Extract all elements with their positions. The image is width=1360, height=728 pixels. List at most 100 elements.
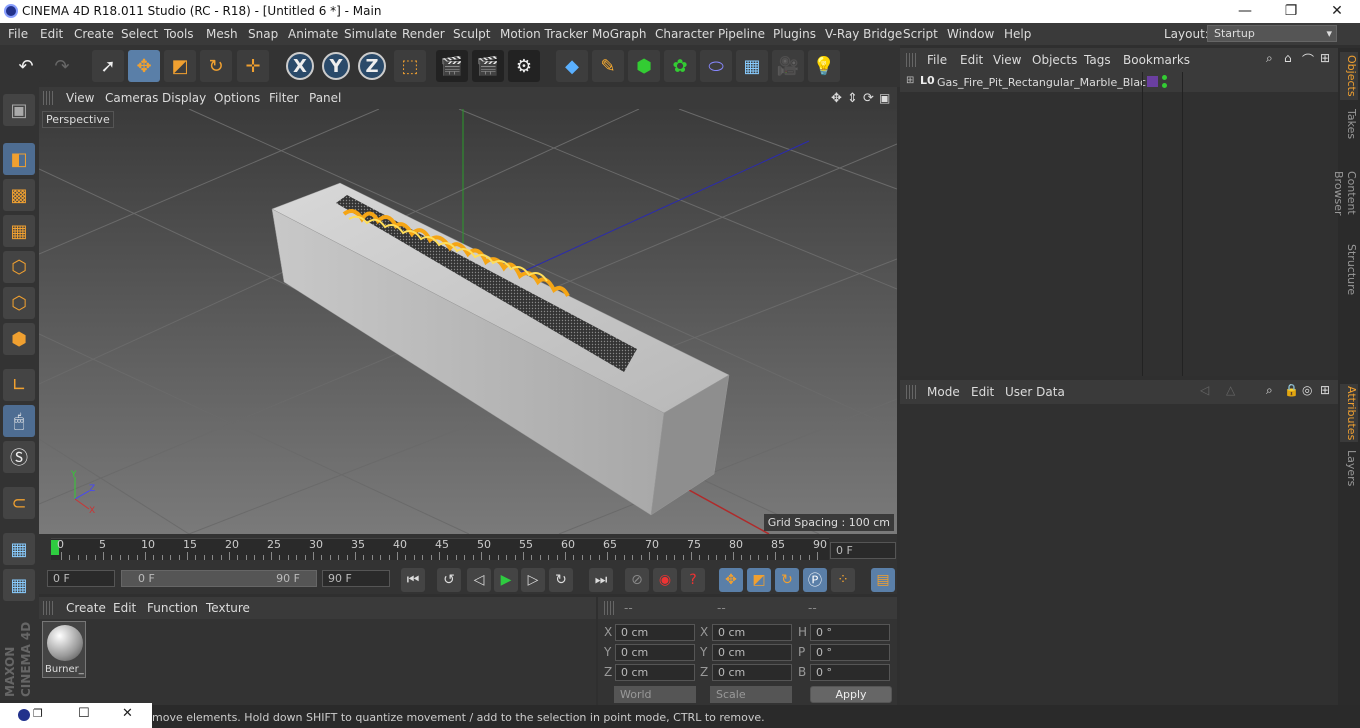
render-settings-icon[interactable]: ⚙	[508, 50, 540, 82]
cloner-icon[interactable]: ✿	[664, 50, 696, 82]
tab-attributes[interactable]: Attributes	[1340, 384, 1358, 442]
object-menu-bookmarks[interactable]: Bookmarks	[1123, 53, 1190, 67]
material-menu-edit[interactable]: Edit	[113, 601, 136, 615]
layer-color-tag[interactable]	[1147, 76, 1158, 87]
tab-objects[interactable]: Objects	[1340, 52, 1358, 100]
pos-y-field[interactable]: 0 cm	[615, 644, 695, 661]
live-selection-icon[interactable]: ➚	[92, 50, 124, 82]
light-icon[interactable]: 💡	[808, 50, 840, 82]
menu-sculpt[interactable]: Sculpt	[453, 27, 490, 41]
apply-button[interactable]: Apply	[810, 686, 892, 703]
go-to-end-icon[interactable]: ⏭	[589, 568, 613, 592]
viewport-move-icon[interactable]: ✥	[831, 91, 842, 106]
material-menu-function[interactable]: Function	[147, 601, 198, 615]
size-z-field[interactable]: 0 cm	[712, 664, 792, 681]
viewport-menu-filter[interactable]: Filter	[269, 91, 299, 105]
rot-p-field[interactable]: 0 °	[810, 644, 890, 661]
polygons-mode-icon[interactable]: ⬢	[3, 323, 35, 355]
viewport-menu-panel[interactable]: Panel	[309, 91, 341, 105]
rotate-tool-icon[interactable]: ↻	[200, 50, 232, 82]
attribute-search-icon[interactable]: ⌕	[1266, 383, 1273, 398]
menu-mograph[interactable]: MoGraph	[592, 27, 647, 41]
viewport-rotate-icon[interactable]: ⟳	[863, 91, 874, 106]
grip-handle[interactable]	[604, 601, 614, 615]
start-frame-field[interactable]: 0 F	[47, 570, 115, 587]
points-mode-icon[interactable]: ⬡	[3, 251, 35, 283]
restore-icon[interactable]: ❐	[33, 707, 43, 720]
snapping-icon[interactable]: Ⓢ	[3, 441, 35, 473]
object-menu-edit[interactable]: Edit	[960, 53, 983, 67]
subdivision-icon[interactable]: ⬢	[628, 50, 660, 82]
tweak-mode-icon[interactable]: 🖱	[3, 405, 35, 437]
y-axis-lock-icon[interactable]: Y	[322, 52, 350, 80]
make-editable-icon[interactable]: ▣	[3, 94, 35, 126]
material-menu-texture[interactable]: Texture	[206, 601, 250, 615]
object-home-icon[interactable]: ⌂	[1284, 51, 1292, 65]
object-up-icon[interactable]: ⌒	[1302, 51, 1314, 68]
texture-mode-icon[interactable]: ▩	[3, 179, 35, 211]
recent-tool-icon[interactable]: ✛	[237, 50, 269, 82]
viewport-menu-view[interactable]: View	[66, 91, 94, 105]
material-menu-create[interactable]: Create	[66, 601, 106, 615]
previous-frame-icon[interactable]: ◁	[467, 568, 491, 592]
key-position-icon[interactable]: ✥	[719, 568, 743, 592]
attribute-menu-mode[interactable]: Mode	[927, 385, 960, 399]
object-search-icon[interactable]: ⌕	[1266, 51, 1273, 66]
menu-pipeline[interactable]: Pipeline	[718, 27, 765, 41]
attribute-menu-user-data[interactable]: User Data	[1005, 385, 1065, 399]
menu-create[interactable]: Create	[74, 27, 114, 41]
object-menu-tags[interactable]: Tags	[1084, 53, 1111, 67]
record-keys-icon[interactable]: ⊘	[625, 568, 649, 592]
pos-x-field[interactable]: 0 cm	[615, 624, 695, 641]
object-menu-objects[interactable]: Objects	[1032, 53, 1077, 67]
redo-icon[interactable]: ↷	[46, 50, 78, 82]
render-picture-viewer-icon[interactable]: 🎬	[472, 50, 504, 82]
z-axis-lock-icon[interactable]: Z	[358, 52, 386, 80]
viewport-maximize-icon[interactable]: ▣	[879, 91, 890, 105]
size-y-field[interactable]: 0 cm	[712, 644, 792, 661]
maximize-button[interactable]: ❐	[1268, 0, 1314, 23]
tab-content-browser[interactable]: Content Browser	[1332, 148, 1358, 238]
lock-icon[interactable]: 🔒	[1284, 383, 1299, 397]
magnet-icon[interactable]: ⊂	[3, 487, 35, 519]
menu-snap[interactable]: Snap	[248, 27, 278, 41]
key-rotation-icon[interactable]: ↻	[775, 568, 799, 592]
minimized-window-stub[interactable]: ❐ ☐ ✕	[0, 703, 152, 728]
play-icon[interactable]: ▶	[494, 568, 518, 592]
next-key-icon[interactable]: ↻	[549, 568, 573, 592]
deformer-icon[interactable]: ⬭	[700, 50, 732, 82]
rot-b-field[interactable]: 0 °	[810, 664, 890, 681]
object-name[interactable]: Gas_Fire_Pit_Rectangular_Marble_Black	[937, 76, 1152, 89]
up-arrow-icon[interactable]: △	[1226, 383, 1235, 397]
current-frame-field[interactable]: 0 F	[830, 542, 896, 559]
close-icon[interactable]: ✕	[122, 706, 133, 721]
size-mode-dropdown[interactable]: Scale	[710, 686, 792, 703]
locked-workplane-icon[interactable]: ▦	[3, 569, 35, 601]
viewport-menu-cameras[interactable]: Cameras	[105, 91, 158, 105]
timeline-ruler[interactable]: 0 5 10 15 20 25 30 35 40 45 50 55 60 65 70 75 80 85 90 0 F	[39, 534, 897, 564]
menu-tools[interactable]: Tools	[164, 27, 194, 41]
x-axis-lock-icon[interactable]: X	[286, 52, 314, 80]
grip-handle[interactable]	[43, 91, 53, 105]
pos-z-field[interactable]: 0 cm	[615, 664, 695, 681]
viewport-menu-display[interactable]: Display	[162, 91, 206, 105]
expand-icon[interactable]: ⊞	[906, 75, 914, 86]
model-mode-icon[interactable]: ◧	[3, 143, 35, 175]
attribute-menu-edit[interactable]: Edit	[971, 385, 994, 399]
layout-dropdown[interactable]: Startup	[1207, 25, 1337, 42]
coordinate-space-dropdown[interactable]: World	[614, 686, 696, 703]
key-scale-icon[interactable]: ◩	[747, 568, 771, 592]
object-row[interactable]: ⊞ L0 Gas_Fire_Pit_Rectangular_Marble_Bla…	[900, 72, 1338, 92]
cube-primitive-icon[interactable]: ◆	[556, 50, 588, 82]
grip-handle[interactable]	[43, 601, 53, 615]
menu-render[interactable]: Render	[402, 27, 445, 41]
menu-animate[interactable]: Animate	[288, 27, 338, 41]
editor-visibility-dot[interactable]	[1162, 75, 1167, 80]
menu-character[interactable]: Character	[655, 27, 714, 41]
tab-layers[interactable]: Layers	[1340, 448, 1358, 488]
scale-tool-icon[interactable]: ◩	[164, 50, 196, 82]
viewport-zoom-icon[interactable]: ⇕	[847, 91, 858, 106]
maximize-icon[interactable]: ☐	[78, 706, 90, 721]
tab-takes[interactable]: Takes	[1340, 104, 1358, 144]
object-menu-view[interactable]: View	[993, 53, 1021, 67]
